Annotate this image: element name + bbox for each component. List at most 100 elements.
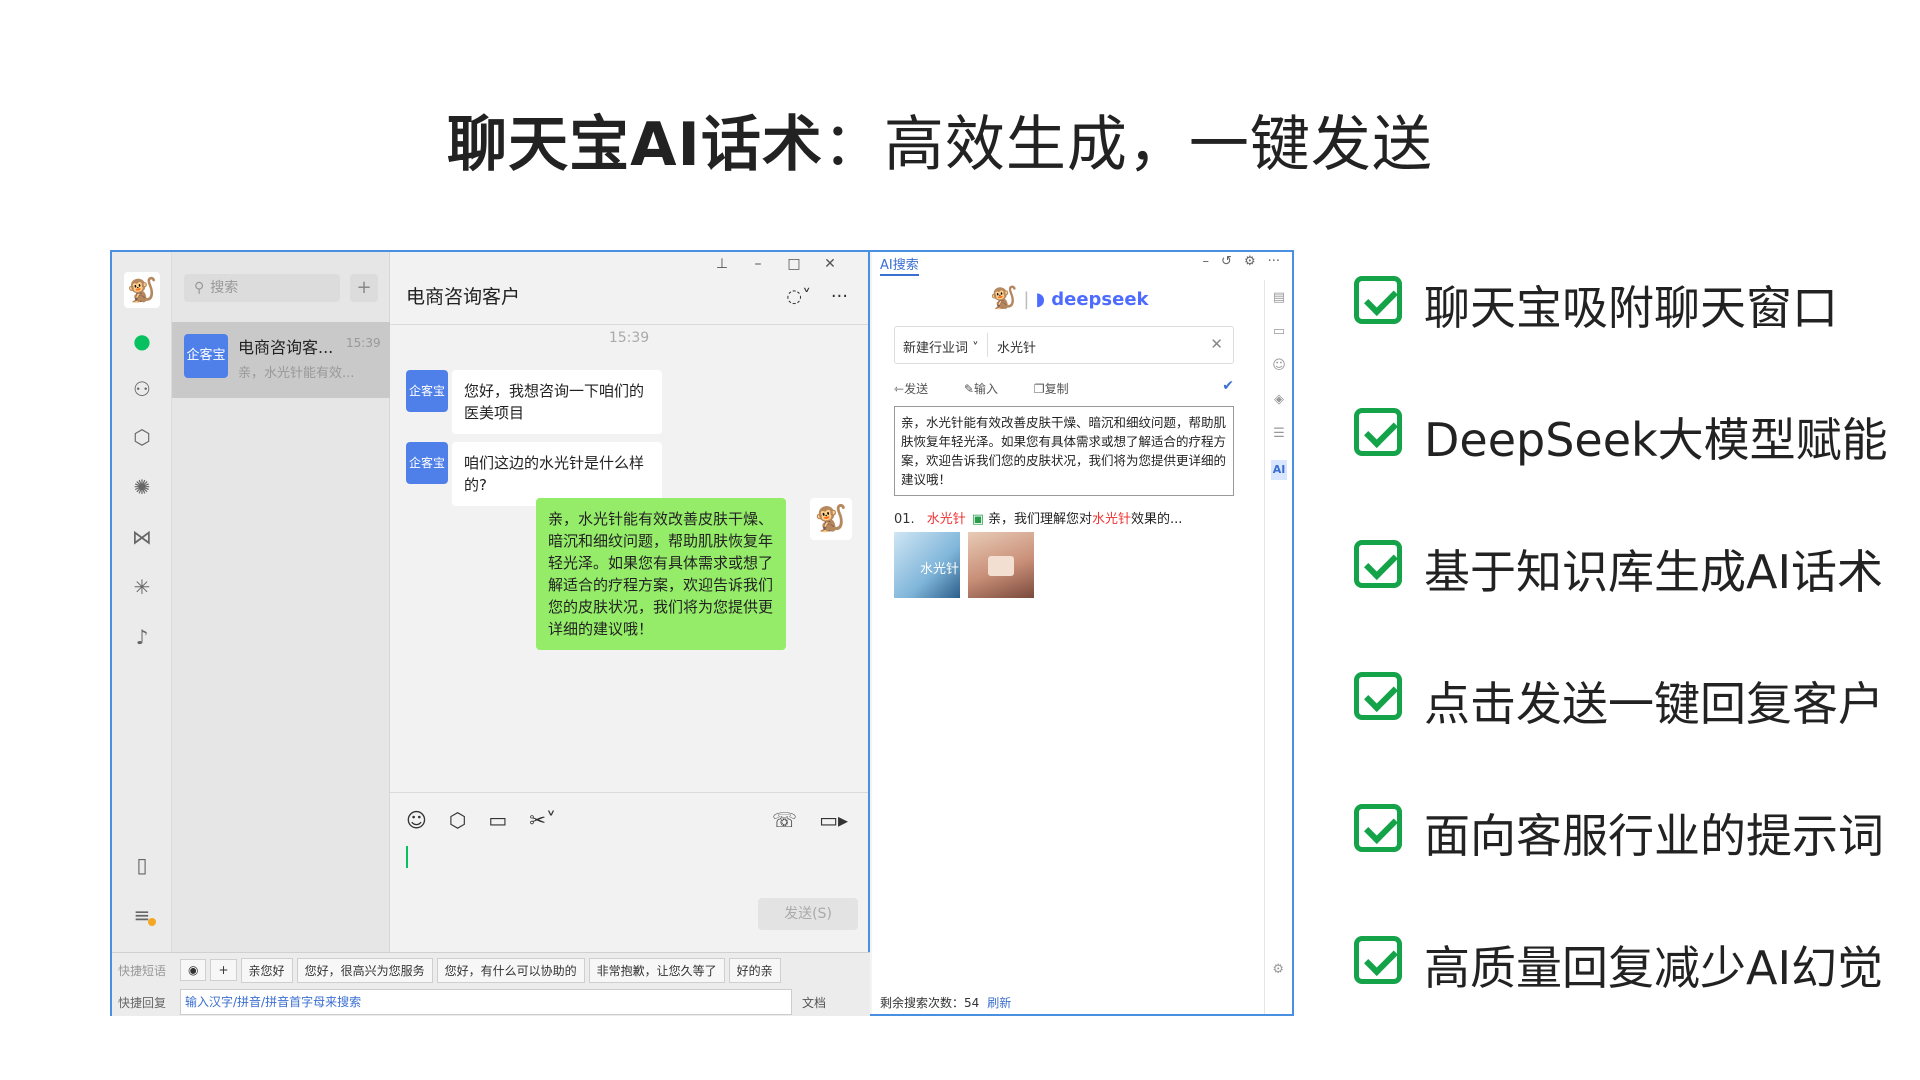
- feature-item: 聊天宝吸附聊天窗口: [1354, 270, 1914, 335]
- minimize-icon[interactable]: –: [1203, 254, 1210, 269]
- settings-icon[interactable]: ⚙: [1244, 254, 1256, 269]
- search-input[interactable]: ⚲ 搜索: [184, 274, 340, 302]
- checkbox-icon: [1354, 804, 1402, 852]
- check-icon[interactable]: ✔: [1222, 378, 1234, 394]
- conversation-preview: 亲，水光针能有效...: [238, 366, 355, 381]
- send-button[interactable]: 发送(S): [758, 898, 858, 930]
- doc-button[interactable]: 文档: [802, 994, 826, 1011]
- conversation-item[interactable]: 企客宝 电商咨询客... 15:39 亲，水光针能有效...: [172, 322, 390, 398]
- divider: [987, 333, 988, 357]
- checkbox-icon: [1354, 276, 1402, 324]
- refresh-link[interactable]: 刷新: [987, 996, 1011, 1010]
- image-icon: ▣: [971, 512, 984, 527]
- reply-bubble: 亲，水光针能有效改善皮肤干燥、暗沉和细纹问题，帮助肌肤恢复年轻光泽。如果您有具体…: [536, 498, 786, 650]
- search-placeholder: 搜索: [210, 280, 239, 296]
- undo-icon[interactable]: ↺: [1221, 254, 1232, 269]
- customer-avatar[interactable]: 企客宝: [406, 370, 448, 412]
- feature-item: DeepSeek大模型赋能: [1354, 402, 1914, 467]
- contacts-icon[interactable]: ⚇: [129, 376, 155, 402]
- result-image[interactable]: 水光针: [894, 532, 960, 598]
- checkbox-icon: [1354, 936, 1402, 984]
- layers-icon[interactable]: ◈: [1271, 392, 1287, 407]
- call-toolbar: ☏ ▭▸: [750, 808, 848, 832]
- music-icon[interactable]: ♪: [129, 624, 155, 650]
- close-icon[interactable]: ✕: [820, 256, 840, 272]
- copy-action[interactable]: ❐复制: [1034, 382, 1085, 396]
- add-button[interactable]: +: [350, 274, 378, 302]
- conversation-name: 电商咨询客...: [238, 338, 334, 357]
- keyword-search-row: 新建行业词 ˅ 水光针 ✕: [894, 326, 1234, 364]
- notification-dot: [148, 918, 156, 926]
- feature-item: 高质量回复减少AI幻觉: [1354, 930, 1914, 995]
- monkey-icon: 🐒: [990, 286, 1018, 311]
- more-icon[interactable]: ···: [831, 286, 848, 307]
- ai-footer: 剩余搜索次数：54 刷新: [880, 994, 1011, 1011]
- ai-answer-box[interactable]: 亲，水光针能有效改善皮肤干燥、暗沉和细纹问题，帮助肌肤恢复年轻光泽。如果您有具体…: [894, 406, 1234, 496]
- message-bubble: 咱们这边的水光针是什么样的?: [452, 442, 662, 506]
- ai-window-controls: – ↺ ⚙ ···: [1191, 254, 1280, 269]
- phone-call-icon[interactable]: ☏: [772, 808, 797, 832]
- input-action[interactable]: ✎输入: [964, 382, 1014, 396]
- wechat-nav-bar: 🐒 ● ⚇ ⬡ ✺ ⋈ ✳ ♪ ▯ ≡: [112, 252, 172, 952]
- feature-label: 基于知识库生成AI话术: [1424, 545, 1884, 599]
- eye-icon[interactable]: ◉: [180, 959, 207, 981]
- channels-icon[interactable]: ⋈: [129, 524, 155, 550]
- result-text: 亲，我们理解您对: [988, 512, 1093, 527]
- remaining-count: 剩余搜索次数：54: [880, 996, 980, 1010]
- phrase-chip[interactable]: 好的亲: [728, 957, 781, 983]
- industry-select[interactable]: 新建行业词 ˅: [903, 337, 979, 356]
- chat-icon[interactable]: ●: [129, 328, 155, 354]
- slide-title: 聊天宝AI话术：高效生成，一键发送: [0, 96, 1880, 183]
- folder-icon[interactable]: ▭: [1271, 324, 1287, 339]
- maximize-icon[interactable]: □: [784, 256, 804, 272]
- my-avatar[interactable]: 🐒: [810, 498, 852, 540]
- chat-bubble-icon[interactable]: ◌˅: [786, 286, 811, 307]
- settings-icon[interactable]: ⚙: [1272, 962, 1284, 977]
- quick-reply-label: 快捷回复: [118, 996, 167, 1010]
- list-icon[interactable]: ☰: [1271, 426, 1287, 441]
- checkbox-icon: [1354, 672, 1402, 720]
- keyword-input[interactable]: 水光针: [997, 337, 1036, 356]
- message-bubble: 您好，我想咨询一下咱们的医美项目: [452, 370, 662, 434]
- phrase-chip[interactable]: 您好，有什么可以协助的: [436, 957, 585, 983]
- pin-icon[interactable]: ⊥: [712, 256, 732, 272]
- phrase-chip[interactable]: 亲您好: [240, 957, 293, 983]
- quick-bar: 快捷短语 ◉ + 亲您好 您好，很高兴为您服务 您好，有什么可以协助的 非常抱歉…: [112, 952, 870, 1016]
- clear-icon[interactable]: ✕: [1210, 335, 1223, 353]
- result-number: 01.: [894, 512, 915, 527]
- quick-reply-row: 快捷回复 输入汉字/拼音/拼音首字母来搜索 文档: [112, 989, 870, 1015]
- customer-avatar[interactable]: 企客宝: [406, 442, 448, 484]
- checkbox-icon: [1354, 408, 1402, 456]
- quick-reply-input[interactable]: 输入汉字/拼音/拼音首字母来搜索: [180, 989, 792, 1015]
- title-rest: ：高效生成，一键发送: [822, 110, 1433, 180]
- title-bold: 聊天宝AI话术: [447, 110, 823, 180]
- ai-icon[interactable]: AI: [1271, 460, 1287, 480]
- cube-icon[interactable]: ⬡: [129, 424, 155, 450]
- video-call-icon[interactable]: ▭▸: [819, 808, 848, 832]
- phrase-chip[interactable]: 您好，很高兴为您服务: [296, 957, 433, 983]
- comment-icon[interactable]: ▤: [1271, 290, 1287, 305]
- discover-icon[interactable]: ✳: [129, 574, 155, 600]
- folder-icon[interactable]: ▭: [488, 808, 507, 832]
- plus-icon[interactable]: +: [210, 959, 237, 981]
- emoji-icon[interactable]: ☺: [1271, 358, 1287, 373]
- user-avatar[interactable]: 🐒: [124, 272, 160, 308]
- feature-item: 基于知识库生成AI话术: [1354, 534, 1914, 599]
- chat-title: 电商咨询客户: [406, 286, 521, 308]
- phone-icon[interactable]: ▯: [129, 852, 155, 878]
- tab-ai-search[interactable]: AI搜索: [880, 254, 919, 276]
- deepseek-logo: 🐒 | ◗ deepseek: [990, 286, 1149, 311]
- phrase-chip[interactable]: 非常抱歉，让您久等了: [588, 957, 725, 983]
- minimize-icon[interactable]: –: [748, 256, 768, 272]
- emoji-icon[interactable]: ☺: [406, 808, 427, 832]
- scissors-icon[interactable]: ✂˅: [529, 808, 556, 832]
- face-shape: [988, 556, 1014, 576]
- cube-icon[interactable]: ⬡: [449, 808, 466, 832]
- send-action[interactable]: ⇽发送: [894, 382, 944, 396]
- more-icon[interactable]: ···: [1268, 254, 1280, 269]
- result-text-end: 效果的...: [1131, 512, 1183, 527]
- moments-icon[interactable]: ✺: [129, 474, 155, 500]
- result-image[interactable]: [968, 532, 1034, 598]
- checkbox-icon: [1354, 540, 1402, 588]
- search-result[interactable]: 01. 水光针 ▣ 亲，我们理解您对水光针效果的...: [894, 508, 1234, 527]
